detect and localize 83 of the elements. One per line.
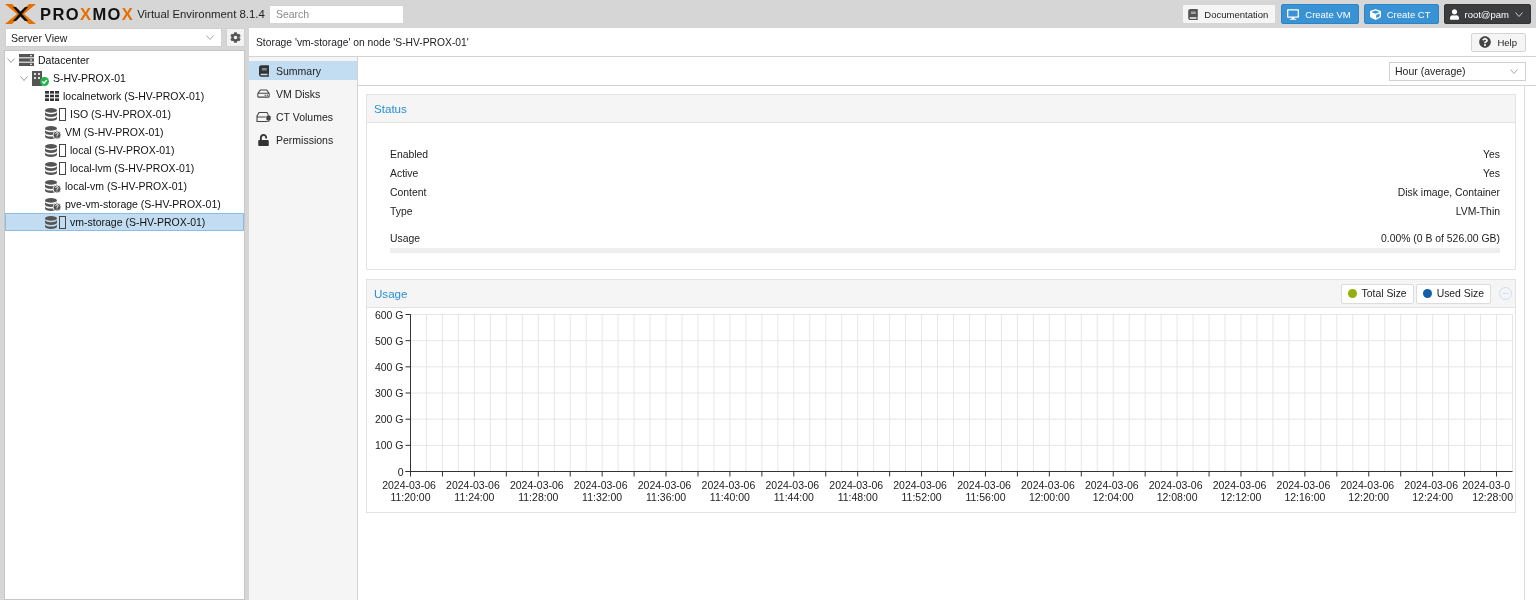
axis-label: 2024-03-06 11:24:00 bbox=[446, 478, 500, 503]
axis-label: 2024-03-06 11:36:00 bbox=[637, 478, 692, 503]
view-selector[interactable]: Server View bbox=[5, 28, 223, 47]
book-icon bbox=[258, 64, 269, 77]
monitor-icon bbox=[1287, 8, 1300, 20]
tree-item[interactable]: S-HV-PROX-01 bbox=[5, 69, 244, 87]
tree-item[interactable]: localnetwork (S-HV-PROX-01) bbox=[5, 87, 244, 105]
axis-label: 2024-03-06 11:20:00 bbox=[382, 478, 436, 503]
axis-label: 0 bbox=[397, 465, 404, 478]
field-label: Active bbox=[390, 168, 419, 179]
axis-label: 2024-03-06 11:48:00 bbox=[829, 478, 884, 503]
axis-label: 2024-03-06 11:56:00 bbox=[957, 478, 1011, 503]
database-icon bbox=[45, 215, 57, 229]
axis-label: 400 G bbox=[374, 360, 404, 373]
field-label: Enabled bbox=[390, 149, 429, 160]
axis-label: 2024-03-0 12:28:00 bbox=[1462, 478, 1513, 503]
axis-label: 2024-03-06 11:32:00 bbox=[573, 478, 628, 503]
axis-label: 600 G bbox=[374, 308, 404, 321]
field-label: Usage bbox=[390, 233, 421, 244]
nav-tab[interactable]: Summary bbox=[249, 61, 357, 80]
field-label: Type bbox=[390, 206, 413, 217]
field-value: LVM-Thin bbox=[1455, 206, 1500, 217]
tree-item[interactable]: local-lvm (S-HV-PROX-01) bbox=[5, 159, 244, 177]
tree-item[interactable]: pve-vm-storage (S-HV-PROX-01) bbox=[5, 195, 244, 213]
axis-label: 2024-03-06 12:24:00 bbox=[1404, 478, 1459, 503]
tree-item[interactable]: Datacenter bbox=[5, 51, 244, 69]
logo-text: PROXMOX bbox=[40, 4, 135, 24]
section-title: Status bbox=[374, 102, 407, 115]
section-title: Usage bbox=[374, 287, 408, 300]
field-value: Yes bbox=[1483, 168, 1500, 179]
axis-label: 2024-03-06 11:52:00 bbox=[893, 478, 947, 503]
help-button[interactable]: Help bbox=[1471, 32, 1526, 52]
axis-label: 2024-03-06 12:20:00 bbox=[1340, 478, 1395, 503]
cube-icon bbox=[1369, 8, 1381, 20]
caret-icon bbox=[1515, 11, 1523, 17]
caret-icon bbox=[1510, 68, 1518, 74]
search-field[interactable]: Search bbox=[268, 4, 404, 24]
user-icon bbox=[1449, 8, 1459, 20]
field-label: Content bbox=[390, 187, 427, 198]
panel-title: Storage 'vm-storage' on node 'S-HV-PROX-01' bbox=[256, 36, 469, 48]
documentation-button[interactable]: Documentation bbox=[1182, 4, 1277, 24]
book-icon bbox=[1188, 8, 1199, 20]
disk-cube-icon bbox=[256, 110, 271, 123]
product-name: Virtual Environment 8.1.4 bbox=[137, 8, 265, 20]
axis-label: 200 G bbox=[374, 413, 404, 426]
tree-item[interactable]: ISO (S-HV-PROX-01) bbox=[5, 105, 244, 123]
user-menu-button[interactable]: root@pam bbox=[1443, 4, 1531, 24]
settings-icon bbox=[230, 32, 242, 43]
tree-item[interactable]: local (S-HV-PROX-01) bbox=[5, 141, 244, 159]
axis-label: 100 G bbox=[374, 439, 404, 452]
nav-tab[interactable]: CT Volumes bbox=[249, 107, 357, 126]
hard-drive-icon bbox=[257, 88, 270, 99]
axis-label: 300 G bbox=[374, 387, 404, 399]
timeframe-selector[interactable]: Hour (average) bbox=[1389, 61, 1526, 81]
tree-item[interactable]: local-vm (S-HV-PROX-01) bbox=[5, 177, 244, 195]
field-value: Disk image, Container bbox=[1397, 187, 1500, 198]
grid-icon bbox=[45, 91, 59, 101]
database-icon bbox=[45, 161, 57, 175]
axis-label: 2024-03-06 12:00:00 bbox=[1021, 478, 1075, 503]
axis-label: 2024-03-06 11:28:00 bbox=[509, 478, 564, 503]
field-value: Yes bbox=[1483, 149, 1500, 160]
axis-label: 2024-03-06 11:44:00 bbox=[765, 478, 820, 503]
database-icon bbox=[45, 107, 57, 121]
tree-item[interactable]: VM (S-HV-PROX-01) bbox=[5, 123, 244, 141]
axis-label: 2024-03-06 12:04:00 bbox=[1084, 478, 1139, 503]
settings-button[interactable] bbox=[226, 28, 245, 47]
server-stack-icon bbox=[19, 54, 34, 66]
caret-icon bbox=[206, 35, 215, 40]
axis-label: 2024-03-06 12:16:00 bbox=[1276, 478, 1331, 503]
axis-label: 2024-03-06 11:40:00 bbox=[701, 478, 756, 503]
axis-label: 2024-03-06 12:08:00 bbox=[1148, 478, 1203, 503]
tree-item[interactable]: vm-storage (S-HV-PROX-01) bbox=[5, 213, 244, 231]
cross-logo-icon bbox=[5, 4, 36, 24]
help-icon bbox=[1479, 36, 1492, 48]
unlock-icon bbox=[258, 133, 269, 146]
legend-button[interactable]: Total Size bbox=[1340, 283, 1414, 304]
legend-button[interactable]: Used Size bbox=[1415, 283, 1491, 304]
field-value: 0.00% (0 B of 526.00 GB) bbox=[1381, 233, 1500, 244]
database-icon bbox=[45, 143, 57, 157]
nav-tab[interactable]: Permissions bbox=[249, 130, 357, 149]
axis-label: 2024-03-06 12:12:00 bbox=[1212, 478, 1267, 503]
nav-tab[interactable]: VM Disks bbox=[249, 84, 357, 103]
axis-label: 500 G bbox=[374, 334, 404, 347]
